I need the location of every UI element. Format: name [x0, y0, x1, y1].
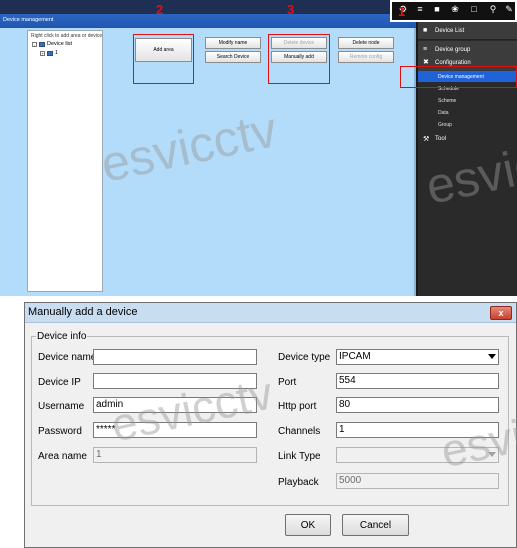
device-type-select[interactable]: IPCAM	[336, 349, 499, 365]
device-name-label: Device name	[38, 352, 97, 363]
expand-icon[interactable]: +	[40, 50, 45, 56]
wrench-icon: ⚒	[423, 135, 430, 143]
modify-name-button[interactable]: Modify name	[205, 37, 261, 49]
nav-device-group-label: Device group	[435, 46, 471, 53]
camera-icon[interactable]: ■	[432, 4, 442, 14]
main-panel: Right click to add area or device - Devi…	[0, 28, 416, 296]
device-management-window: Device management Right click to add are…	[0, 0, 517, 296]
link-type-label: Link Type	[278, 451, 321, 462]
chevron-down-icon	[488, 452, 496, 457]
nav-item-group[interactable]: Group	[418, 119, 517, 130]
remote-config-button[interactable]: Remote config	[338, 51, 394, 63]
tree-root-label: Device list	[47, 41, 73, 47]
close-icon: x	[498, 308, 504, 318]
device-name-input[interactable]	[93, 349, 257, 365]
window-title-bar: Device management	[0, 14, 416, 28]
cancel-button[interactable]: Cancel	[342, 514, 409, 536]
device-ip-label: Device IP	[38, 377, 81, 388]
nav-configuration[interactable]: ✖ Configuration	[418, 54, 517, 72]
camera-icon: ■	[423, 27, 428, 34]
tree-child-label: 1	[55, 50, 59, 56]
nav-device-list-label: Device List	[435, 27, 465, 34]
tree-root-node[interactable]: - Device list	[32, 41, 72, 47]
device-tree[interactable]: Right click to add area or device - Devi…	[27, 30, 103, 292]
list-icon: ≡	[423, 46, 428, 53]
chevron-down-icon[interactable]	[488, 354, 496, 359]
monitor-icon[interactable]: □	[469, 4, 479, 14]
username-label: Username	[38, 401, 85, 412]
nav-item-data[interactable]: Data	[418, 107, 517, 118]
dialog-title: Manually add a device	[28, 306, 138, 318]
ok-button[interactable]: OK	[285, 514, 331, 536]
add-area-button[interactable]: Add area	[135, 38, 192, 62]
device-info-label: Device info	[36, 331, 88, 342]
http-port-input[interactable]: 80	[336, 397, 499, 413]
nav-item-schedule[interactable]: Schedule	[418, 83, 517, 94]
device-ip-input[interactable]	[93, 373, 257, 389]
nav-item-device-management[interactable]: Device management	[418, 71, 517, 82]
nav-device-list[interactable]: ■ Device List	[418, 22, 517, 40]
search-device-button[interactable]: Search Device	[205, 51, 261, 63]
device-type-value: IPCAM	[339, 351, 371, 362]
step-marker-3: 3	[287, 2, 295, 17]
username-input[interactable]: admin	[93, 397, 257, 413]
tree-child-node[interactable]: + 1	[40, 50, 58, 56]
collapse-icon[interactable]: -	[32, 41, 37, 47]
nav-tool[interactable]: ⚒ Tool	[418, 130, 517, 148]
window-title: Device management	[3, 17, 54, 23]
close-button[interactable]: x	[490, 306, 512, 320]
channels-input[interactable]: 1	[336, 422, 499, 438]
nav-item-scheme[interactable]: Scheme	[418, 95, 517, 106]
port-label: Port	[278, 377, 297, 388]
step-marker-2: 2	[156, 2, 164, 17]
manually-add-button[interactable]: Manually add	[271, 51, 327, 63]
device-type-label: Device type	[278, 352, 331, 363]
delete-node-button[interactable]: Delete node	[338, 37, 394, 49]
delete-device-button[interactable]: Delete device	[271, 37, 327, 49]
playback-label: Playback	[278, 477, 319, 488]
channels-label: Channels	[278, 426, 321, 437]
dialog-titlebar: Manually add a device x	[25, 303, 516, 323]
http-port-label: Http port	[278, 401, 317, 412]
area-name-input: 1	[93, 447, 257, 463]
device-list-icon	[39, 41, 45, 47]
area-name-label: Area name	[38, 451, 87, 462]
area-icon	[47, 50, 53, 56]
wrench-icon[interactable]: ✎	[504, 4, 514, 14]
tree-hint: Right click to add area or device	[31, 33, 103, 39]
password-input[interactable]: *****	[93, 422, 257, 438]
top-toolbar: ⚙ ≡ ■ ❀ □ ⚲ ✎	[390, 0, 517, 20]
nav-configuration-label: Configuration	[435, 59, 471, 66]
right-nav-panel: ■ Device List ≡ Device group ✖ Configura…	[418, 20, 517, 296]
link-type-select	[336, 447, 499, 463]
password-label: Password	[38, 426, 82, 437]
nav-tool-label: Tool	[435, 136, 447, 142]
list-icon[interactable]: ≡	[415, 4, 425, 14]
palette-icon[interactable]: ❀	[450, 4, 460, 14]
step-marker-1: 1	[398, 4, 406, 19]
pin-icon[interactable]: ⚲	[488, 4, 498, 14]
tools-icon: ✖	[423, 59, 429, 66]
playback-input: 5000	[336, 473, 499, 489]
port-input[interactable]: 554	[336, 373, 499, 389]
